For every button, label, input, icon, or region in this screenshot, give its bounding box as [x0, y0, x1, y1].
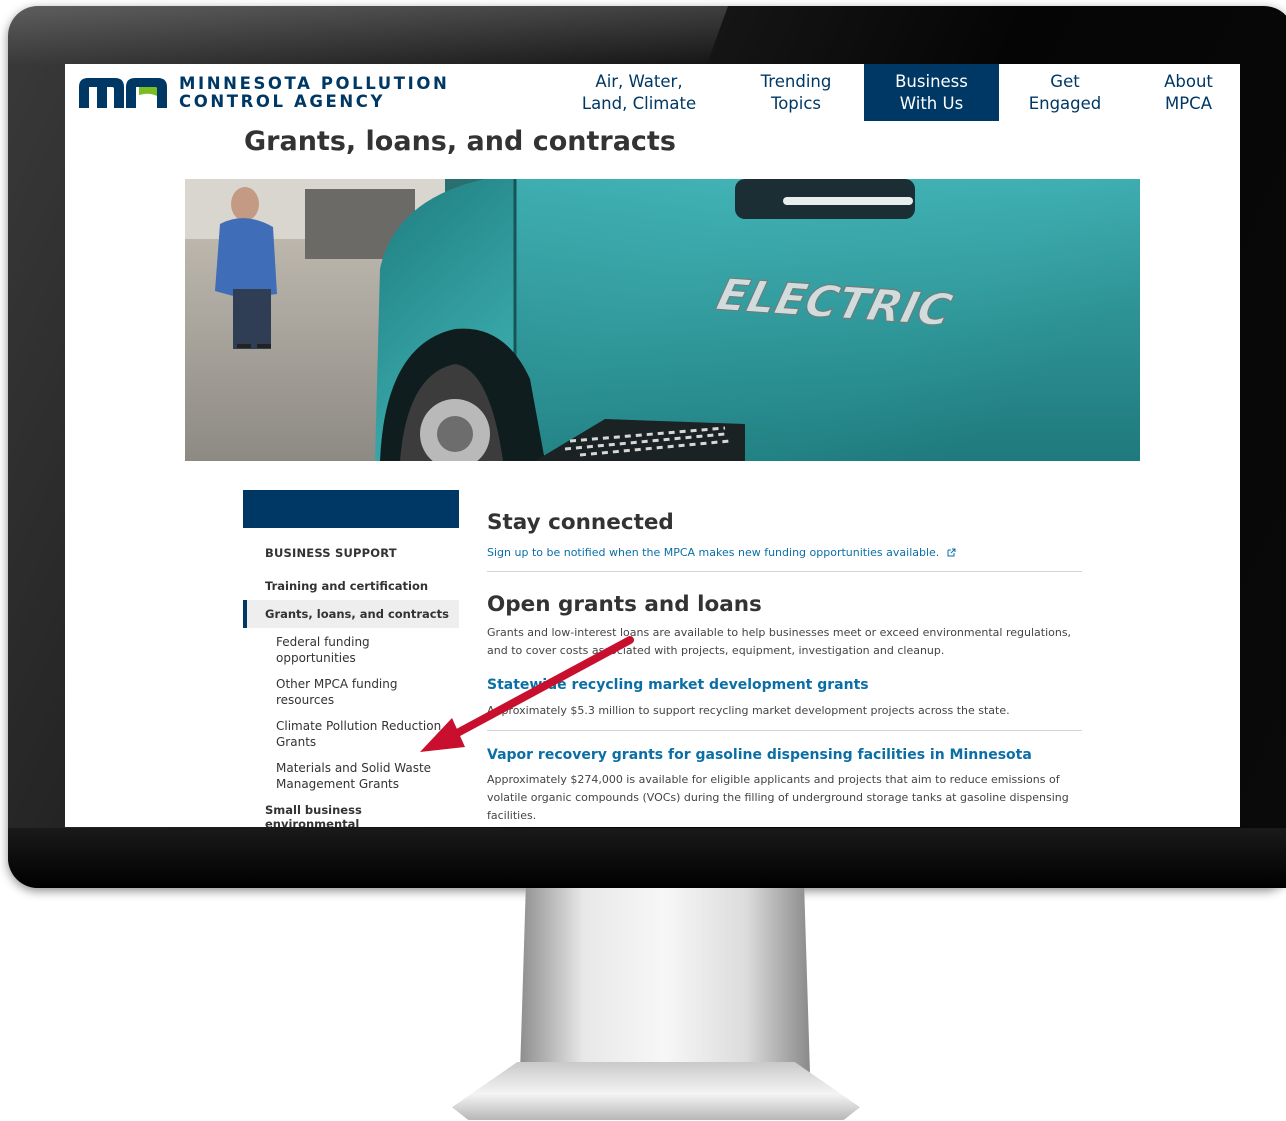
open-grants-heading: Open grants and loans	[487, 592, 762, 617]
sidebar-item-small-business[interactable]: Small business environmental	[243, 796, 459, 827]
agency-name-line2: CONTROL AGENCY	[179, 92, 386, 111]
sidebar-item-grants-loans-contracts[interactable]: Grants, loans, and contracts	[243, 600, 459, 628]
nav-business-with-us[interactable]: Business With Us	[864, 64, 999, 121]
signup-link-text[interactable]: Sign up to be notified when the MPCA mak…	[487, 546, 939, 559]
agency-name-line1: MINNESOTA POLLUTION	[179, 74, 450, 93]
sidebar-header	[243, 490, 459, 528]
sidebar-item-climate-pollution[interactable]: Climate Pollution Reduction Grants	[243, 712, 459, 754]
nav-trending-topics[interactable]: Trending Topics	[733, 64, 859, 121]
stay-connected-heading: Stay connected	[487, 510, 674, 535]
site-header: MINNESOTA POLLUTION CONTROL AGENCY Air, …	[65, 64, 1240, 122]
sidebar-item-materials-solid-waste[interactable]: Materials and Solid Waste Management Gra…	[243, 754, 459, 796]
grant-desc-vapor-recovery: Approximately $274,000 is available for …	[487, 773, 1069, 822]
grant-link-vapor-recovery[interactable]: Vapor recovery grants for gasoline dispe…	[487, 747, 1032, 763]
monitor-stand-neck	[520, 888, 810, 1073]
sidebar-item-federal-funding[interactable]: Federal funding opportunities	[243, 628, 459, 670]
monitor-screen: MINNESOTA POLLUTION CONTROL AGENCY Air, …	[65, 64, 1240, 827]
monitor-stand-base	[452, 1062, 860, 1120]
nav-about-mpca[interactable]: About MPCA	[1137, 64, 1240, 121]
sidebar-nav: BUSINESS SUPPORT Training and certificat…	[243, 490, 459, 827]
grant-desc-recycling: Approximately $5.3 million to support re…	[487, 704, 1010, 717]
grant-divider	[487, 730, 1082, 731]
external-link-icon	[947, 548, 956, 557]
mn-logo-icon[interactable]	[79, 78, 169, 108]
sidebar-item-other-funding[interactable]: Other MPCA funding resources	[243, 670, 459, 712]
hero-image: ELECTRIC	[185, 179, 1140, 461]
signup-link[interactable]: Sign up to be notified when the MPCA mak…	[487, 546, 956, 559]
section-divider	[487, 571, 1082, 572]
nav-get-engaged[interactable]: Get Engaged	[1009, 64, 1121, 121]
grant-link-recycling[interactable]: Statewide recycling market development g…	[487, 677, 869, 693]
nav-air-water-land-climate[interactable]: Air, Water, Land, Climate	[565, 64, 713, 121]
sidebar-item-training[interactable]: Training and certification	[243, 572, 459, 600]
monitor-chin	[8, 828, 1286, 888]
open-grants-intro: Grants and low-interest loans are availa…	[487, 626, 1072, 657]
sidebar-section-title: BUSINESS SUPPORT	[265, 546, 397, 560]
agency-name[interactable]: MINNESOTA POLLUTION CONTROL AGENCY	[179, 75, 449, 111]
bezel-sheen	[8, 6, 728, 66]
page-title: Grants, loans, and contracts	[244, 126, 676, 157]
